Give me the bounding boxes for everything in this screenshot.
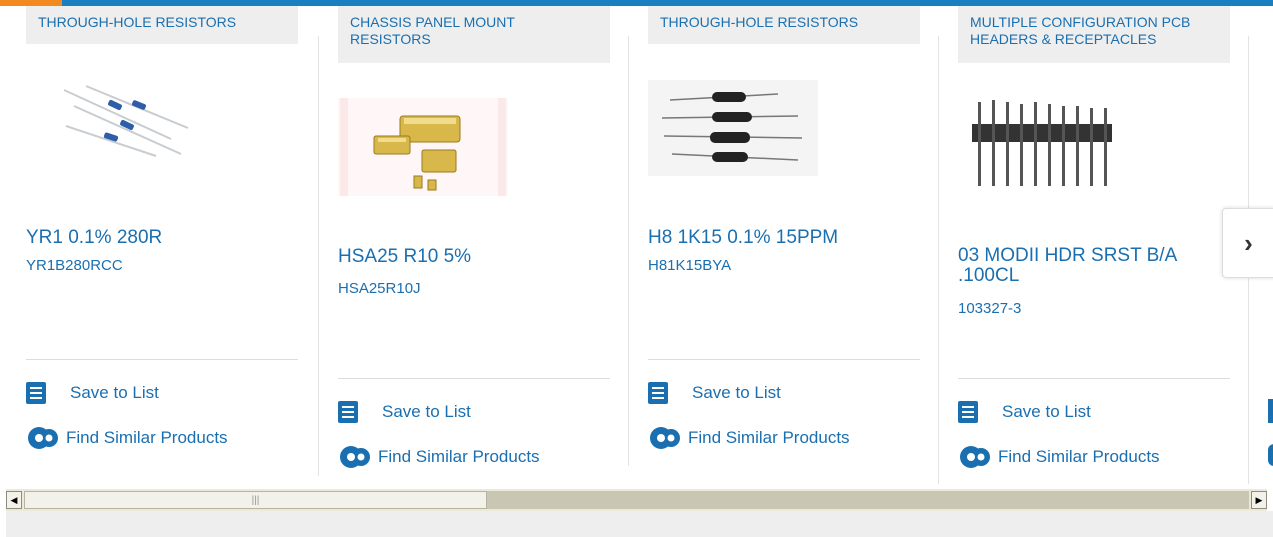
checklist-icon xyxy=(958,401,978,423)
product-part-number[interactable]: HSA25R10J xyxy=(338,280,421,298)
card-divider xyxy=(628,36,629,466)
card-separator xyxy=(26,359,298,360)
product-image[interactable] xyxy=(968,94,1118,194)
product-category[interactable]: THROUGH-HOLE RESISTORS xyxy=(26,6,298,44)
product-part-number[interactable]: H81K15BYA xyxy=(648,257,731,275)
card-divider xyxy=(938,36,939,484)
find-similar-label: Find Similar Products xyxy=(688,428,850,447)
product-carousel: THROUGH-HOLE RESISTORS YR1 0.1% 280R YR1… xyxy=(0,6,1273,484)
gears-icon xyxy=(28,427,58,449)
checklist-icon xyxy=(26,382,46,404)
gears-icon xyxy=(960,446,990,468)
save-to-list-label: Save to List xyxy=(1002,402,1091,421)
product-image[interactable] xyxy=(648,80,818,176)
gears-icon xyxy=(1268,444,1273,466)
save-to-list-button[interactable]: Save to List xyxy=(958,399,1091,425)
save-to-list-button[interactable]: Save to List xyxy=(26,380,159,406)
save-to-list-button[interactable]: Save to List xyxy=(338,399,471,425)
find-similar-label: Find Similar Products xyxy=(66,428,228,447)
product-category[interactable]: CHASSIS PANEL MOUNT RESISTORS xyxy=(338,6,610,63)
product-card: CHASSIS PANEL MOUNT RESISTORS HSA25 R10 … xyxy=(332,6,622,484)
product-category[interactable]: THROUGH-HOLE RESISTORS xyxy=(648,6,920,44)
product-name[interactable]: HSA25 R10 5% xyxy=(338,247,598,267)
product-name[interactable]: 03 MODII HDR SRST B/A .100CL xyxy=(958,246,1218,286)
save-to-list-label: Save to List xyxy=(70,383,159,402)
product-image[interactable] xyxy=(338,98,508,196)
product-card: THROUGH-HOLE RESISTORS H8 1K15 0.1% 15PP… xyxy=(642,6,932,484)
product-name[interactable]: YR1 0.1% 280R xyxy=(26,228,286,248)
card-separator xyxy=(338,378,610,379)
gears-icon xyxy=(650,427,680,449)
scroll-right-arrow-icon[interactable]: ▶ xyxy=(1251,491,1267,509)
footer-area xyxy=(6,511,1273,537)
scrollbar-thumb[interactable]: ||| xyxy=(24,491,487,509)
checklist-icon xyxy=(338,401,358,423)
product-card: MULTIPLE CONFIGURATION PCB HEADERS & REC… xyxy=(952,6,1242,484)
find-similar-button[interactable]: Find Similar Products xyxy=(338,444,540,470)
card-divider xyxy=(318,36,319,476)
carousel-next-button[interactable]: › xyxy=(1222,208,1273,278)
save-to-list-button[interactable]: Save to List xyxy=(648,380,781,406)
find-similar-button[interactable]: Find Similar Products xyxy=(958,444,1160,470)
card-separator xyxy=(648,359,920,360)
find-similar-label: Find Similar Products xyxy=(378,447,540,466)
gears-icon xyxy=(340,446,370,468)
card-separator xyxy=(958,378,1230,379)
save-to-list-label: Save to List xyxy=(382,402,471,421)
scroll-left-arrow-icon[interactable]: ◀ xyxy=(6,491,22,509)
chevron-right-icon: › xyxy=(1244,227,1253,258)
product-part-number[interactable]: 103327-3 xyxy=(958,300,1021,318)
product-part-number[interactable]: YR1B280RCC xyxy=(26,257,123,275)
product-name[interactable]: H8 1K15 0.1% 15PPM xyxy=(648,228,908,248)
find-similar-button[interactable]: Find Similar Products xyxy=(26,425,228,451)
product-category[interactable]: MULTIPLE CONFIGURATION PCB HEADERS & REC… xyxy=(958,6,1230,63)
find-similar-label: Find Similar Products xyxy=(998,447,1160,466)
save-to-list-label: Save to List xyxy=(692,383,781,402)
checklist-icon xyxy=(1268,399,1273,423)
find-similar-button[interactable]: Find Similar Products xyxy=(648,425,850,451)
checklist-icon xyxy=(648,382,668,404)
horizontal-scrollbar[interactable]: ||| ◀ ▶ xyxy=(6,489,1267,511)
product-card: THROUGH-HOLE RESISTORS YR1 0.1% 280R YR1… xyxy=(20,6,310,484)
product-image[interactable] xyxy=(56,84,196,169)
